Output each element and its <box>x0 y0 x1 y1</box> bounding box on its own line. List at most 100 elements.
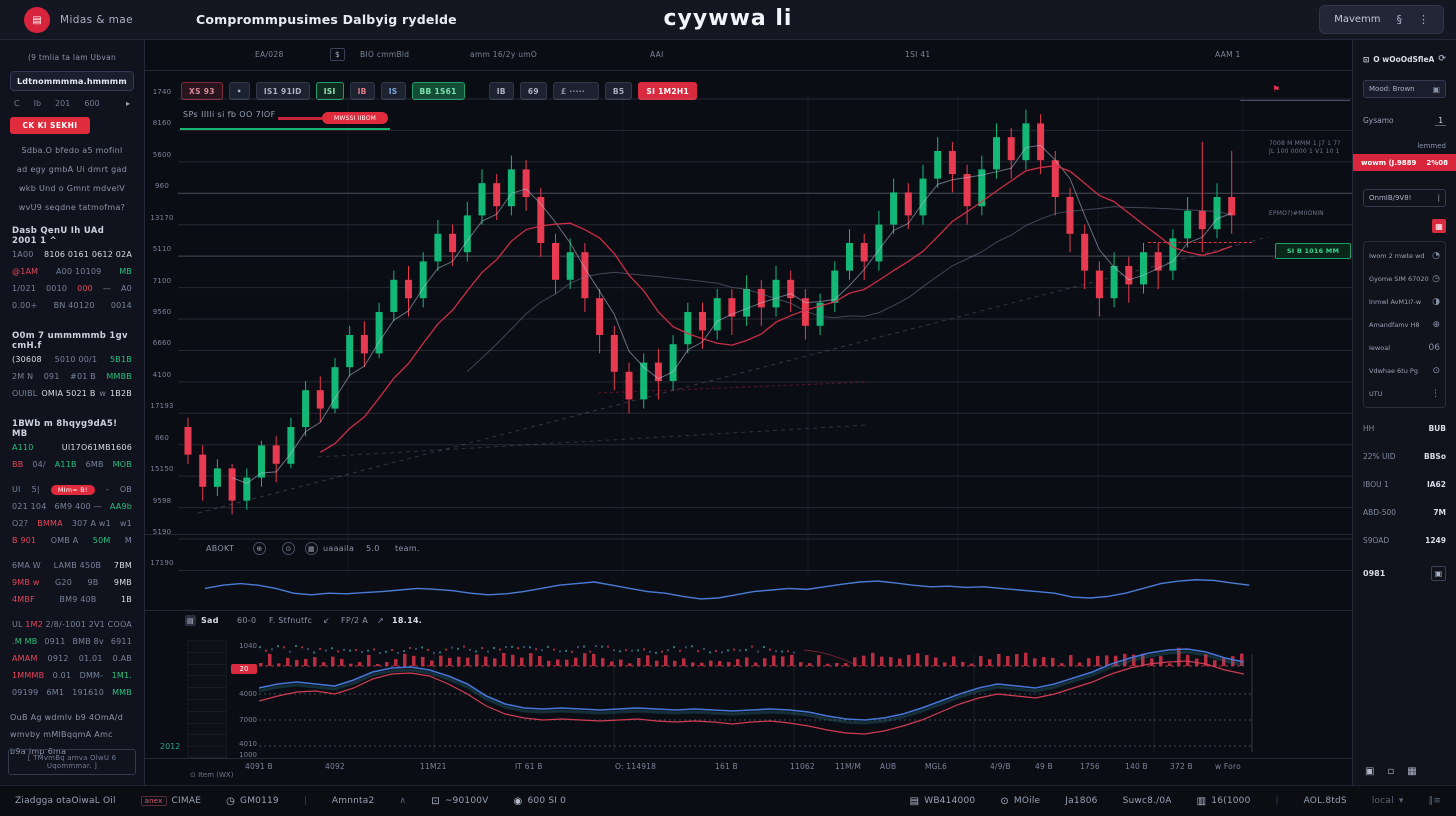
watchlist-row[interactable]: 0.00+BN 401200014 <box>10 297 134 314</box>
time-label[interactable]: 140 B <box>1125 762 1148 771</box>
statusbar-item[interactable]: ◷GM0119 <box>226 796 279 807</box>
ladder-row[interactable] <box>188 641 226 653</box>
price-chart-canvas[interactable] <box>178 95 1352 575</box>
statusbar-item[interactable]: ▥16(1000 <box>1197 796 1251 807</box>
panel-menu-item[interactable]: Inmwl AvM1I?-w◑ <box>1369 290 1440 313</box>
watchlist-row[interactable]: UI5|MIm= B!-OB <box>10 481 134 498</box>
statusbar-item[interactable]: ▤WB414000 <box>910 796 976 807</box>
indicator-header-item[interactable]: ↗ <box>377 616 384 625</box>
filter-option[interactable]: C <box>14 99 20 108</box>
time-label[interactable]: AUB <box>880 762 896 771</box>
panel-tool-icon[interactable]: ▫ <box>1387 766 1394 777</box>
watchlist-row[interactable]: 6MA WLAMB 450B7BM <box>10 557 134 574</box>
panel-menu-item[interactable]: Vdwhae 6tu Pg⊙ <box>1369 359 1440 382</box>
watchlist-row[interactable]: .M MB0911BMB 8v6911 <box>10 633 134 650</box>
indicator-header-item[interactable]: Sad <box>201 616 219 625</box>
ladder-row[interactable] <box>188 676 226 688</box>
subtool-item[interactable]: ⊙ <box>282 542 295 555</box>
watchlist-row[interactable]: 9MB wG209B9MB <box>10 574 134 591</box>
menu-icon[interactable]: ⋮ <box>1418 13 1429 26</box>
menu-item-icon[interactable]: ⊙ <box>1432 366 1440 376</box>
watchlist-row[interactable]: OUIBLOMIA 5021 Bw1B2B <box>10 385 134 402</box>
ladder-row[interactable] <box>188 712 226 724</box>
watchlist-row[interactable]: 2M N091#01 BMMBB <box>10 368 134 385</box>
header-action-label[interactable]: Mavemm <box>1334 14 1380 25</box>
indicator-header-item[interactable]: ▤ <box>185 615 196 626</box>
ladder-row[interactable] <box>188 724 226 736</box>
watchlist-row[interactable]: A110UI17O61MB1606 <box>10 439 134 456</box>
oscillator-canvas[interactable] <box>178 568 1352 612</box>
watchlist-search-input[interactable] <box>10 71 134 91</box>
watchlist-row[interactable]: 021 1046M9 400 —AA9b <box>10 498 134 515</box>
watchlist-row[interactable]: UL1M22/8/-10012V1 COOA <box>10 616 134 633</box>
time-label[interactable]: 161 B <box>715 762 738 771</box>
menu-item-icon[interactable]: ⋮ <box>1431 389 1440 399</box>
watchlist-row[interactable]: 1A008106 0161 0612 02A <box>10 246 134 263</box>
watchlist-row[interactable]: B 901OMB A50MM <box>10 532 134 549</box>
watchlist-row[interactable]: 4MBFBM9 40B1B <box>10 591 134 608</box>
panel-search-box[interactable]: Mood: Brown ▣ <box>1363 80 1446 98</box>
time-label[interactable]: 4/9/B <box>990 762 1011 771</box>
statusbar-item[interactable]: ∧ <box>399 796 406 806</box>
flag-marker-icon[interactable]: ⚑ <box>1272 85 1280 95</box>
statusbar-item[interactable]: ⊙MOile <box>1000 796 1040 807</box>
indicator-header-item[interactable]: ↙ <box>323 616 330 625</box>
panel-input[interactable]: OnmIB/9V8! | <box>1363 189 1446 207</box>
time-label[interactable]: IT 61 B <box>515 762 543 771</box>
statusbar-item[interactable]: ◉600 SI 0 <box>514 796 567 807</box>
subtool-item[interactable]: 5.0 <box>366 544 380 553</box>
ladder-row[interactable] <box>188 700 226 712</box>
subtool-item[interactable]: ▦ <box>305 542 318 555</box>
price-axis[interactable]: 1740816056009601317051107100956066604100… <box>147 88 177 568</box>
price-alert-row[interactable]: wowm (J.9889 2%08 <box>1353 154 1456 171</box>
settings-icon[interactable]: § <box>1397 13 1403 26</box>
indicator-header-item[interactable]: FP/2 A <box>341 616 368 625</box>
indicator-canvas[interactable] <box>259 640 1352 758</box>
panel-menu-item[interactable]: Iewoal06 <box>1369 336 1440 359</box>
indicator-header-item[interactable]: F. Stfnutfc <box>269 616 312 625</box>
statusbar-item[interactable]: Amnnta2 <box>332 796 375 806</box>
statusbar-item[interactable]: anexCIMAE <box>141 796 201 806</box>
statusbar-item[interactable]: ‖≡ <box>1429 796 1441 806</box>
menu-item-icon[interactable]: 06 <box>1429 343 1440 353</box>
panel-search-icon[interactable]: ▣ <box>1432 85 1440 94</box>
refresh-icon[interactable]: ⟳ <box>1438 54 1446 64</box>
menu-item-icon[interactable]: ◑ <box>1432 297 1440 307</box>
ladder-row[interactable] <box>188 735 226 747</box>
panel-menu-item[interactable]: Amandfamv H8⊕ <box>1369 313 1440 336</box>
target-price-badge[interactable]: SI B 1016 MM <box>1275 243 1351 259</box>
time-label[interactable]: 4091 B <box>245 762 273 771</box>
time-label[interactable]: 11M21 <box>420 762 447 771</box>
statusbar-item[interactable]: Ja1806 <box>1065 796 1097 806</box>
statusbar-item[interactable]: AOL.8tdS <box>1304 796 1347 806</box>
time-label[interactable]: 11M/M <box>835 762 861 771</box>
subtool-item[interactable]: uaaaila <box>323 544 354 553</box>
watchlist-row[interactable]: O2?BMMA307 A w1w1 <box>10 515 134 532</box>
time-label[interactable]: 49 B <box>1035 762 1053 771</box>
time-label[interactable]: w Foro <box>1215 762 1241 771</box>
subtool-item[interactable]: team. <box>395 544 420 553</box>
panel-tool-icon[interactable]: ▦ <box>1407 766 1416 777</box>
statusbar-item[interactable]: Ziadgga otaOiwaL Oil <box>15 796 116 806</box>
panel-menu-item[interactable]: UTU⋮ <box>1369 382 1440 405</box>
panel-field-row[interactable]: Gysamo 1 <box>1363 116 1446 126</box>
watchlist-row[interactable]: BB04/A11B6MBMOB <box>10 456 134 473</box>
filter-option[interactable]: 201 <box>55 99 70 108</box>
time-label[interactable]: MGL6 <box>925 762 947 771</box>
panel-tool-icon[interactable]: ▣ <box>1365 766 1374 777</box>
watchlist-row[interactable]: 1/0210010000—A0 <box>10 280 134 297</box>
ladder-row[interactable] <box>188 688 226 700</box>
bottom-box-icon[interactable]: ▣ <box>1431 566 1446 581</box>
indicator-header-item[interactable]: 60-0 <box>237 616 256 625</box>
filter-option[interactable]: Ib <box>34 99 41 108</box>
depth-ladder[interactable] <box>187 640 227 758</box>
header-actions[interactable]: Mavemm § ⋮ <box>1319 5 1444 34</box>
panel-menu-item[interactable]: Gyome SIM 67020◷ <box>1369 267 1440 290</box>
statusbar-item[interactable]: Suwc8./0A <box>1123 796 1172 806</box>
ladder-row[interactable] <box>188 665 226 677</box>
filter-option[interactable]: 600 <box>84 99 99 108</box>
time-label[interactable]: O: 114918 <box>615 762 656 771</box>
statusbar-item[interactable]: ⊡~90100V <box>431 796 488 807</box>
watchlist-row[interactable]: @1AMA00 10109MB <box>10 263 134 280</box>
watchlist-row[interactable]: 091996M1191610MMB <box>10 684 134 701</box>
